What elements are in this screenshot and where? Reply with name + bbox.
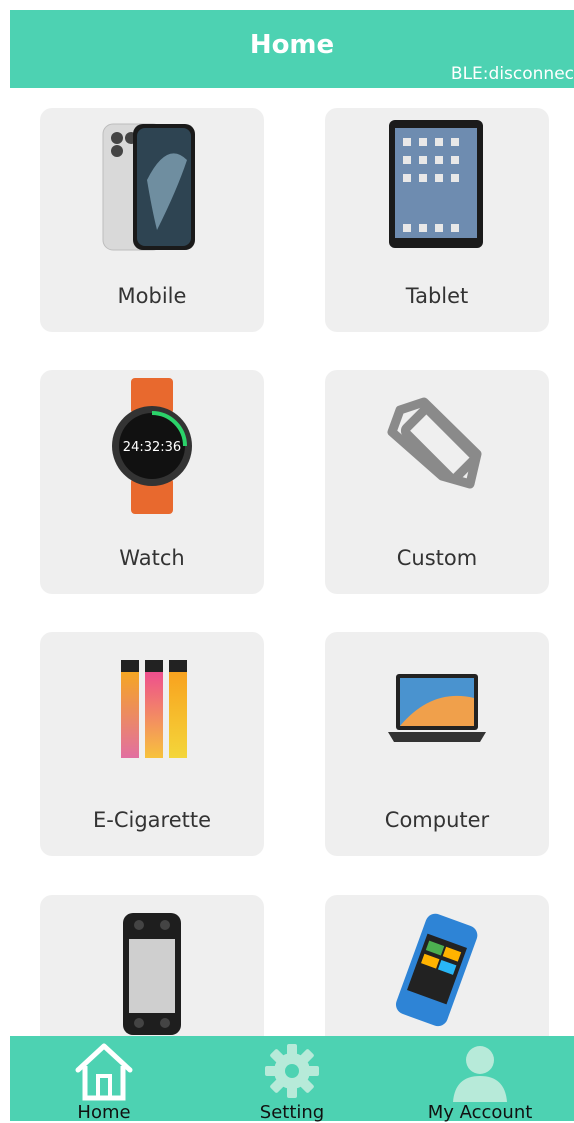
card-e-cigarette[interactable]: E-Cigarette <box>40 632 264 856</box>
card-computer[interactable]: Computer <box>325 632 549 856</box>
e-cigarette-icon <box>121 660 187 758</box>
card-label: Watch <box>119 546 185 570</box>
card-custom[interactable]: Custom <box>325 370 549 594</box>
laptop-icon <box>388 674 486 742</box>
tablet-icon <box>389 120 483 248</box>
watch-icon: 24:32:36 <box>112 378 192 514</box>
handheld-console-icon <box>123 913 181 1035</box>
watch-face-time: 24:32:36 <box>123 440 181 455</box>
tab-label: Setting <box>259 1102 325 1123</box>
card-label: Mobile <box>117 284 187 308</box>
gear-icon <box>265 1044 319 1098</box>
header-bar: Home BLE:disconnec <box>10 10 574 88</box>
card-label: Computer <box>384 808 490 832</box>
tab-home[interactable]: Home <box>10 1036 198 1123</box>
user-icon <box>453 1046 507 1102</box>
page-title: Home <box>249 30 335 60</box>
pos-terminal-icon <box>395 913 478 1027</box>
ble-status: BLE:disconnec <box>450 64 574 84</box>
tab-setting[interactable]: Setting <box>198 1036 386 1123</box>
home-icon <box>75 1043 133 1101</box>
tab-my-account[interactable]: My Account <box>386 1036 574 1123</box>
tab-label: My Account <box>427 1102 533 1123</box>
card-label: E-Cigarette <box>92 808 212 832</box>
card-label: Custom <box>396 546 478 570</box>
phone-icon <box>102 123 195 251</box>
card-tablet[interactable]: Tablet <box>325 108 549 332</box>
tab-label: Home <box>77 1102 131 1123</box>
card-label: Tablet <box>405 284 469 308</box>
ruler-pencil-icon <box>387 397 482 489</box>
card-watch[interactable]: 24:32:36 Watch <box>40 370 264 594</box>
card-mobile[interactable]: Mobile <box>40 108 264 332</box>
bottom-tab-bar: Home Setting My Account <box>10 1036 574 1123</box>
